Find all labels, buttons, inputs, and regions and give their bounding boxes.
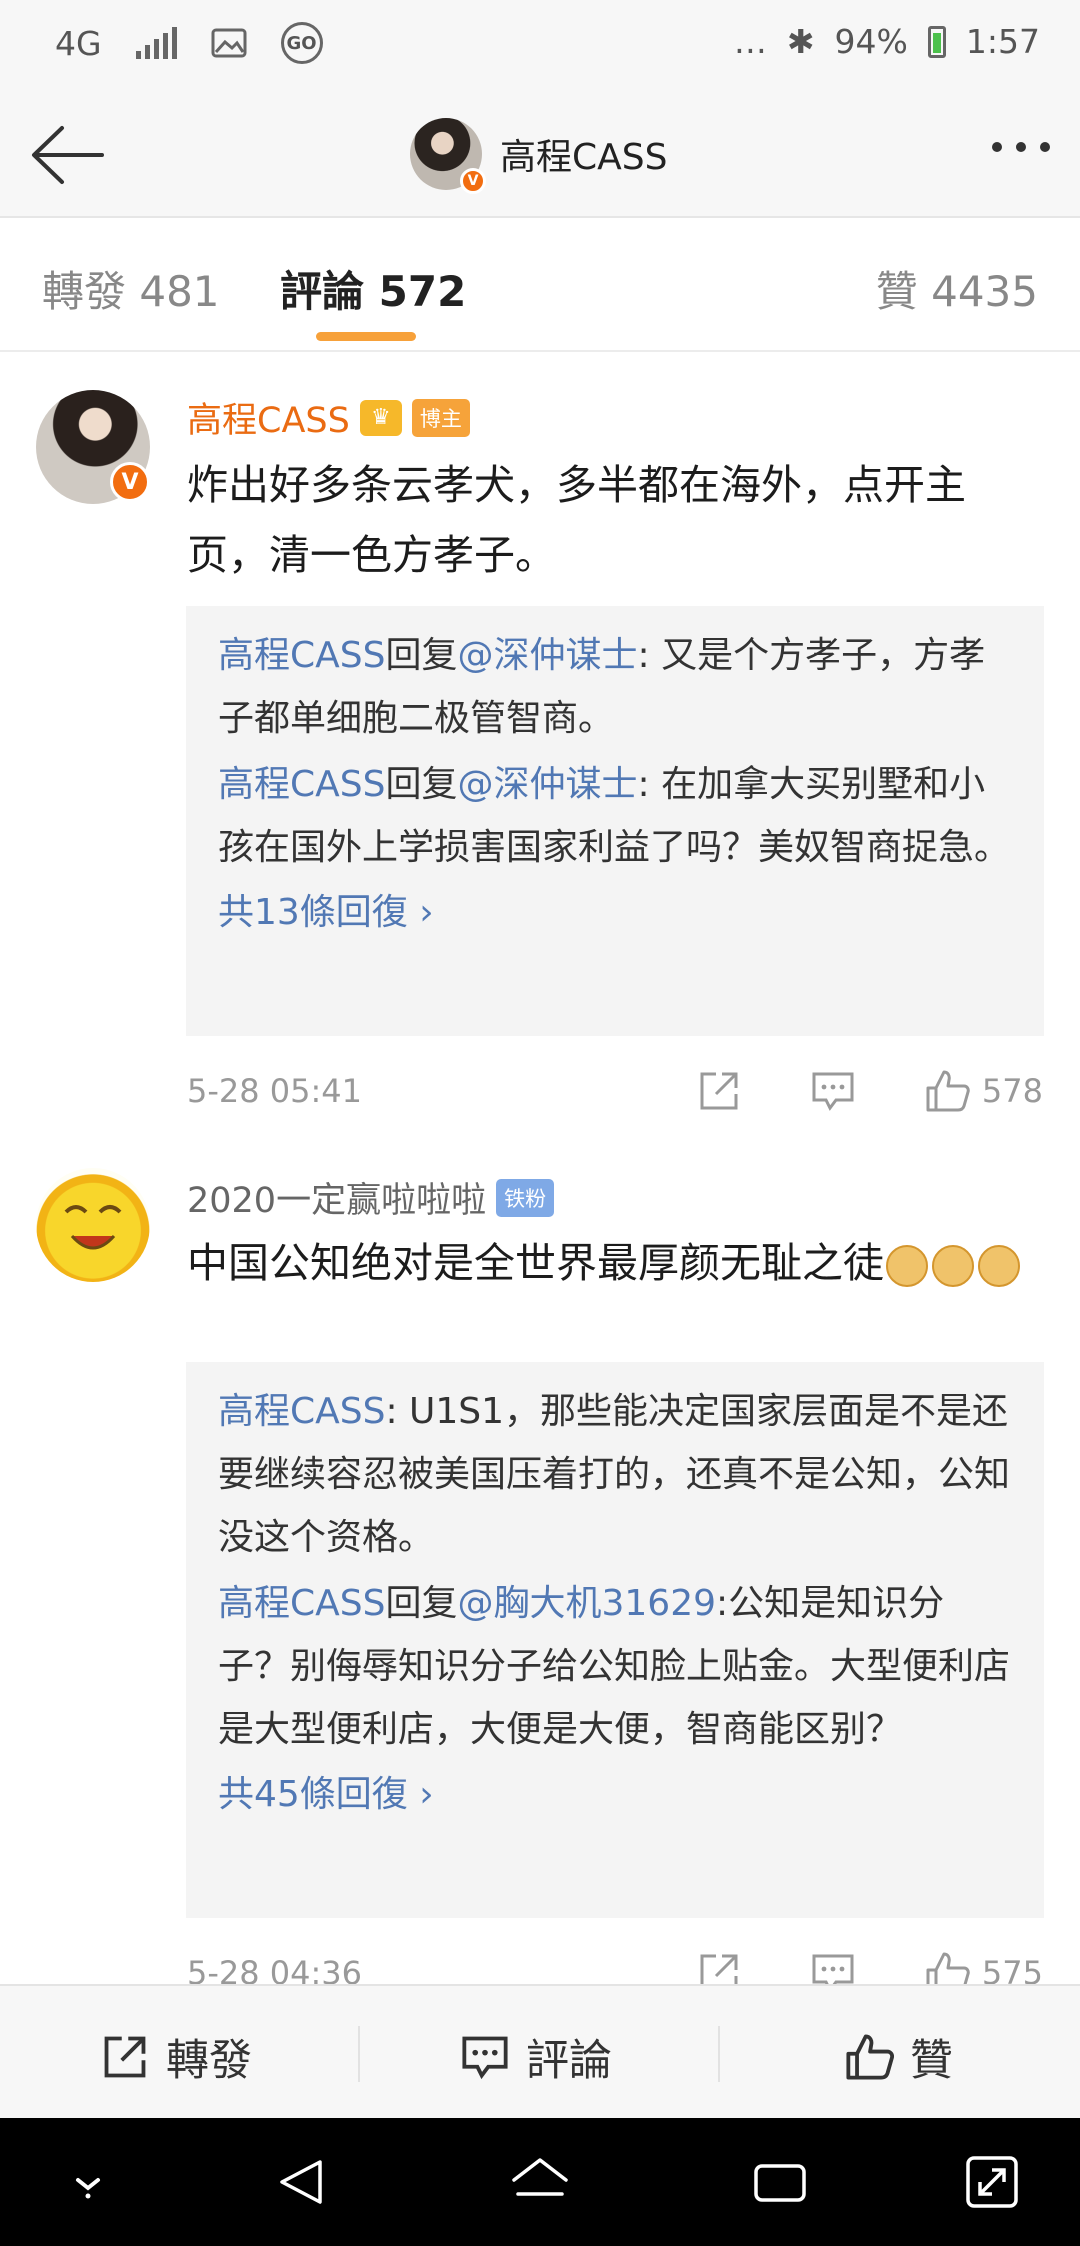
like-count: 578: [981, 1072, 1043, 1110]
reply-verb: 回复: [385, 764, 458, 805]
reply-mention[interactable]: @胸大机31629: [457, 1583, 716, 1624]
doge-emoji-icon: [886, 1245, 928, 1287]
signal-icon: [135, 27, 177, 59]
fan-badge: 铁粉: [496, 1178, 555, 1217]
like-icon[interactable]: [924, 1950, 970, 1984]
comment-author[interactable]: 高程CASS: [187, 392, 350, 443]
status-bar: 4G GO … ✱ 94% 1:57: [0, 0, 1080, 92]
author-badge: 博主: [411, 398, 470, 437]
like-count: 575: [981, 1954, 1043, 1984]
reply-box[interactable]: 高程CASS: U1S1，那些能决定国家层面是不是还要继续容忍被美国压着打的，还…: [186, 1362, 1044, 1918]
comment-timestamp: 5-28 05:41: [187, 1072, 363, 1110]
page-title: 高程CASS: [500, 137, 668, 178]
more-options-icon[interactable]: [992, 142, 1050, 152]
reply-item[interactable]: 高程CASS回复@深仲谋士: 又是个方孝子，方孝子都单细胞二极管智商。: [218, 624, 1012, 750]
recent-apps-icon[interactable]: [748, 2150, 812, 2214]
repost-label: 轉發: [166, 2036, 252, 2086]
reply-mention[interactable]: @深仲谋士: [457, 764, 637, 805]
reply-verb: 回复: [385, 1583, 458, 1624]
go-icon: GO: [280, 22, 323, 64]
reply-box[interactable]: 高程CASS回复@深仲谋士: 又是个方孝子，方孝子都单细胞二极管智商。 高程CA…: [186, 606, 1044, 1036]
bluetooth-icon: ✱: [786, 22, 815, 61]
share-icon[interactable]: [696, 1950, 742, 1984]
comment-text: 炸出好多条云孝犬，多半都在海外，点开主页，清一色方孝子。: [187, 461, 966, 579]
share-icon: [104, 2036, 146, 2078]
battery-percent: 94%: [834, 22, 908, 61]
comment-timestamp: 5-28 04:36: [187, 1954, 363, 1984]
like-icon: [846, 2034, 894, 2080]
reply-author[interactable]: 高程CASS: [218, 1583, 385, 1624]
comment-text-content: 中国公知绝对是全世界最厚颜无耻之徒: [187, 1239, 884, 1287]
reply-mention[interactable]: @深仲谋士: [457, 635, 637, 676]
comment-author-row: 2020一定赢啦啦啦 铁粉: [187, 1172, 555, 1223]
reply-author[interactable]: 高程CASS: [218, 1391, 385, 1432]
comment-item: 2020一定赢啦啦啦 铁粉 中国公知绝对是全世界最厚颜无耻之徒 高程CASS: …: [0, 1132, 1080, 1984]
comment-actions: 578: [696, 1068, 1043, 1114]
comment-label: 評論: [526, 2036, 612, 2086]
comment-author-row: 高程CASS ♛ 博主: [187, 392, 470, 443]
reply-author[interactable]: 高程CASS: [218, 764, 385, 805]
avatar[interactable]: V: [410, 118, 486, 194]
home-icon[interactable]: [508, 2150, 572, 2214]
share-icon[interactable]: [696, 1068, 742, 1114]
network-indicator: 4G: [55, 23, 102, 63]
comment-button[interactable]: 評論: [460, 2026, 612, 2088]
comment-actions: 575: [696, 1950, 1043, 1984]
comment-author[interactable]: 2020一定赢啦啦啦: [187, 1172, 486, 1223]
comment-item: V 高程CASS ♛ 博主 炸出好多条云孝犬，多半都在海外，点开主页，清一色方孝…: [0, 352, 1080, 1132]
image-icon: [211, 28, 247, 58]
like-button[interactable]: 贊: [844, 2026, 953, 2088]
reply-item[interactable]: 高程CASS: U1S1，那些能决定国家层面是不是还要继续容忍被美国压着打的，还…: [218, 1380, 1012, 1569]
comment-meta: 5-28 05:41 578: [187, 1068, 1043, 1118]
top-header: V 高程CASS: [0, 92, 1080, 218]
expand-screen-icon[interactable]: [960, 2150, 1024, 2214]
divider: [718, 2026, 720, 2082]
reply-verb: 回复: [385, 635, 458, 676]
verified-badge-icon: V: [110, 462, 150, 502]
active-tab-indicator: [316, 332, 416, 341]
smiley-face-icon: [64, 1205, 122, 1250]
comment-icon: [462, 2036, 508, 2080]
like-label: 贊: [910, 2036, 953, 2086]
chevron-down-icon[interactable]: [56, 2150, 120, 2214]
system-navigation-bar: [0, 2118, 1080, 2246]
view-more-replies-link[interactable]: 共13條回復 ›: [218, 882, 1012, 944]
tab-likes[interactable]: 贊 4435: [876, 258, 1038, 319]
verified-badge-icon: V: [460, 168, 486, 194]
comment-icon[interactable]: [810, 1950, 856, 1984]
back-triangle-icon[interactable]: [270, 2150, 334, 2214]
repost-button[interactable]: 轉發: [100, 2026, 252, 2088]
doge-emoji-icon: [932, 1245, 974, 1287]
divider: [358, 2026, 360, 2082]
bottom-action-bar: 轉發 評論 贊: [0, 1984, 1080, 2118]
reply-item[interactable]: 高程CASS回复@胸大机31629:公知是知识分子？别侮辱知识分子给公知脸上贴金…: [218, 1572, 1012, 1761]
avatar[interactable]: V: [36, 390, 150, 504]
comment-icon[interactable]: [810, 1068, 856, 1114]
crown-icon: ♛: [359, 399, 402, 436]
like-icon[interactable]: [924, 1068, 970, 1114]
avatar[interactable]: [36, 1168, 150, 1282]
doge-emoji-icon: [978, 1245, 1020, 1287]
reply-author[interactable]: 高程CASS: [218, 635, 385, 676]
tab-reposts[interactable]: 轉發 481: [42, 258, 220, 319]
more-notifications-icon: …: [733, 22, 767, 61]
clock: 1:57: [965, 22, 1040, 61]
battery-icon: [927, 25, 946, 58]
tab-bar: 轉發 481 評論 572 贊 4435: [0, 218, 1080, 352]
view-more-replies-link[interactable]: 共45條回復 ›: [218, 1764, 1012, 1826]
tab-comments[interactable]: 評論 572: [280, 258, 466, 319]
comment-meta: 5-28 04:36 575: [187, 1950, 1043, 1984]
profile-header[interactable]: V 高程CASS: [410, 118, 668, 194]
reply-item[interactable]: 高程CASS回复@深仲谋士: 在加拿大买别墅和小孩在国外上学损害国家利益了吗？美…: [218, 753, 1012, 879]
back-arrow-icon[interactable]: [28, 122, 108, 188]
comment-text: 中国公知绝对是全世界最厚颜无耻之徒: [187, 1228, 1047, 1298]
